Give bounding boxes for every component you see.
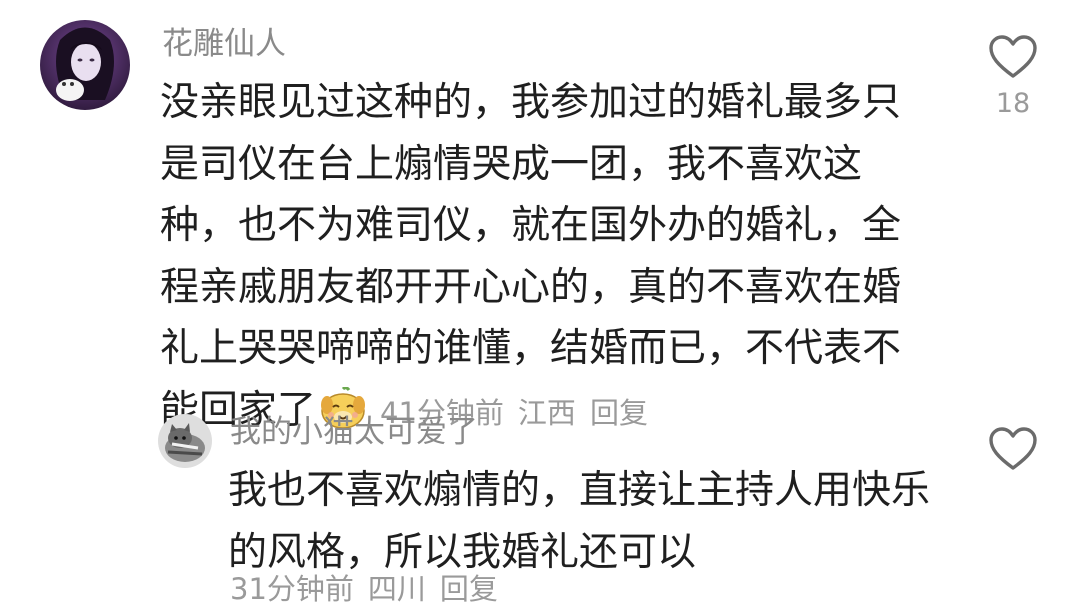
comment-line: 礼上哭哭啼啼的谁懂，结婚而已，不代表不 [160,326,902,371]
like-count: 18 [995,88,1031,119]
avatar[interactable] [40,20,130,110]
avatar[interactable] [158,414,212,468]
heart-outline-icon [989,427,1037,470]
reply-location: 四川 [367,572,426,606]
comment-line: 没亲眼见过这种的，我参加过的婚礼最多只 [160,80,902,125]
comment-location: 江西 [517,395,576,430]
reply-button[interactable]: 回复 [590,396,648,430]
comment-line: 是司仪在台上煽情哭成一团，我不喜欢这 [160,141,863,187]
comment-text: 没亲眼见过这种的，我参加过的婚礼最多只 是司仪在台上煽情哭成一团，我不喜欢这 种… [160,72,901,447]
like-button[interactable]: 18 [978,34,1048,119]
comment-line: 种，也不为难司仪，就在国外办的婚礼，全 [160,203,902,248]
reply-button[interactable]: 回复 [440,572,498,606]
reply-time: 31分钟前 [230,572,354,606]
heart-outline-icon [989,35,1037,78]
like-button[interactable] [978,426,1048,472]
reply-text: 我也不喜欢煽情的，直接让主持人用快乐 的风格，所以我婚礼还可以 [228,460,930,583]
comment-username[interactable]: 花雕仙人 [162,24,286,64]
reply-line: 我也不喜欢煽情的，直接让主持人用快乐 [228,468,931,513]
comment-line: 程亲戚朋友都开开心心的，真的不喜欢在婚 [160,264,902,310]
reply-username[interactable]: 我的小猫太可爱了 [230,412,478,452]
